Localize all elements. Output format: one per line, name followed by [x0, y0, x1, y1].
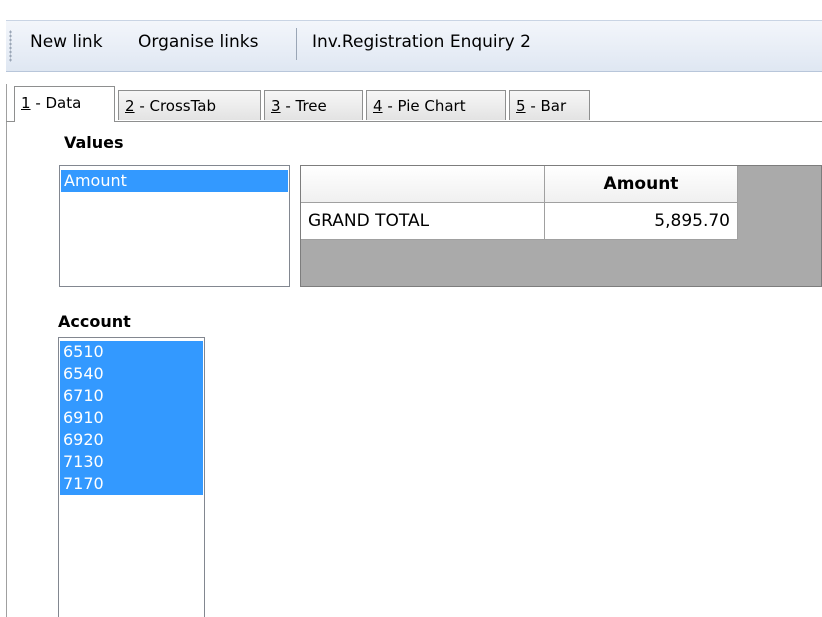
values-listbox[interactable]: Amount [59, 165, 290, 287]
account-item[interactable]: 7170 [60, 473, 203, 495]
tab-data-label: - Data [30, 94, 82, 112]
account-item[interactable]: 6510 [60, 341, 203, 363]
new-link-button[interactable]: New link [30, 31, 103, 53]
account-item[interactable]: 6540 [60, 363, 203, 385]
grid-cell-total[interactable]: 5,895.70 [545, 203, 738, 240]
organise-links-button[interactable]: Organise links [138, 31, 258, 53]
toolbar: New link Organise links Inv.Registration… [0, 0, 822, 84]
tab-crosstab[interactable]: 2 - CrossTab [118, 90, 261, 120]
tab-tree-key: 3 [271, 97, 281, 115]
grid-row-label[interactable]: GRAND TOTAL [301, 203, 545, 240]
tab-bar-key: 5 [516, 97, 526, 115]
tab-crosstab-label: - CrossTab [134, 97, 217, 115]
account-item[interactable]: 6920 [60, 429, 203, 451]
tab-tree-label: - Tree [280, 97, 327, 115]
account-item[interactable]: 6910 [60, 407, 203, 429]
results-grid: Amount GRAND TOTAL 5,895.70 [300, 165, 822, 287]
account-item[interactable]: 6710 [60, 385, 203, 407]
grid-corner-header [301, 166, 545, 203]
tab-strip-border [6, 121, 822, 122]
grid-column-header-amount[interactable]: Amount [545, 166, 738, 203]
tab-crosstab-key: 2 [125, 97, 135, 115]
tab-data-key: 1 [21, 94, 31, 112]
account-label: Account [58, 312, 131, 331]
tab-data[interactable]: 1 - Data [14, 86, 115, 122]
account-listbox[interactable]: 6510 6540 6710 6910 6920 7130 7170 [58, 337, 205, 617]
tab-pie-chart-label: - Pie Chart [382, 97, 466, 115]
enquiry-link-inv-registration[interactable]: Inv.Registration Enquiry 2 [312, 31, 531, 53]
tab-tree[interactable]: 3 - Tree [264, 90, 363, 120]
values-label: Values [64, 133, 124, 152]
tab-pie-chart[interactable]: 4 - Pie Chart [366, 90, 506, 120]
values-item-amount[interactable]: Amount [61, 170, 288, 192]
toolbar-separator [296, 28, 297, 60]
tab-bar-label: - Bar [525, 97, 567, 115]
toolbar-grip-icon[interactable] [9, 30, 12, 62]
tab-bar[interactable]: 5 - Bar [509, 90, 590, 120]
account-item[interactable]: 7130 [60, 451, 203, 473]
tab-pie-chart-key: 4 [373, 97, 383, 115]
